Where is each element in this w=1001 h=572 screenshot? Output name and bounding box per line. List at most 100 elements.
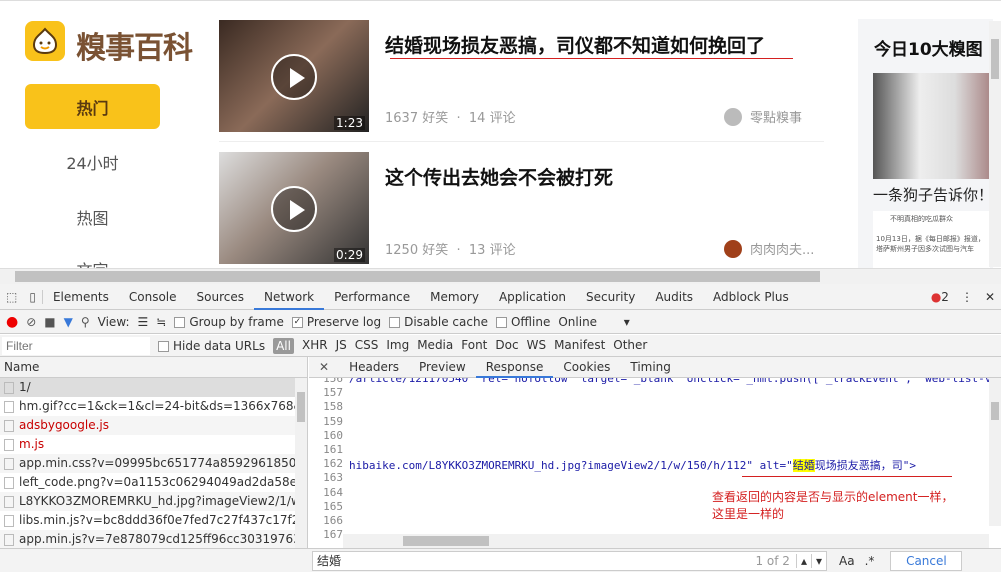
error-count[interactable]: ●2	[931, 290, 949, 304]
name-column-header[interactable]: Name	[0, 357, 307, 378]
tab-performance[interactable]: Performance	[324, 284, 420, 310]
article-title[interactable]: 结婚现场损友恶搞，司仪都不知道如何挽回了	[385, 31, 765, 58]
filter-type-js[interactable]: JS	[336, 338, 347, 354]
tab-security[interactable]: Security	[576, 284, 645, 310]
filter-type-other[interactable]: Other	[613, 338, 647, 354]
camera-icon[interactable]: ■	[44, 315, 55, 329]
nav-text[interactable]: 文字	[25, 257, 160, 268]
annotation-note: 查看返回的内容是否与显示的element一样， 这里是一样的	[712, 490, 954, 521]
search-bar: 结婚 1 of 2 ▴ ▾ Aa .* Cancel	[0, 548, 1001, 572]
detail-tab-response[interactable]: Response	[475, 357, 554, 378]
file-icon	[4, 400, 14, 413]
waterfall-view-icon[interactable]: ≒	[156, 315, 166, 329]
filter-type-css[interactable]: CSS	[355, 338, 379, 354]
disable-cache-checkbox[interactable]: Disable cache	[389, 315, 488, 329]
line-number: 156	[323, 378, 343, 385]
code-hscrollbar[interactable]	[343, 534, 989, 548]
device-toggle-icon[interactable]: ▯	[23, 289, 43, 304]
request-row[interactable]: m.js	[0, 435, 295, 454]
search-icon[interactable]: ⚲	[81, 315, 90, 329]
request-row[interactable]: adsbygoogle.js	[0, 416, 295, 435]
play-icon[interactable]	[271, 54, 317, 100]
filter-bar: Hide data URLs All XHR JS CSS Img Media Font Do…	[0, 335, 1001, 357]
tab-sources[interactable]: Sources	[187, 284, 254, 310]
request-row[interactable]: app.min.js?v=7e878079cd125ff96cc30319763…	[0, 530, 295, 549]
tab-console[interactable]: Console	[119, 284, 187, 310]
record-icon[interactable]: ●	[6, 314, 18, 330]
filter-input[interactable]	[2, 336, 150, 355]
tab-elements[interactable]: Elements	[43, 284, 119, 310]
filter-type-ws[interactable]: WS	[527, 338, 546, 354]
prev-match-icon[interactable]: ▴	[795, 553, 811, 568]
detail-tab-preview[interactable]: Preview	[409, 357, 476, 378]
filter-type-manifest[interactable]: Manifest	[554, 338, 605, 354]
page-horizontal-scrollbar[interactable]	[0, 268, 1001, 284]
throttle-select[interactable]: Online ▾	[558, 315, 629, 329]
avatar	[724, 107, 742, 126]
group-by-frame-checkbox[interactable]: Group by frame	[174, 315, 284, 329]
play-icon[interactable]	[271, 186, 317, 232]
video-thumbnail[interactable]: 0:29	[219, 152, 369, 264]
detail-tab-timing[interactable]: Timing	[620, 357, 681, 378]
close-detail-icon[interactable]: ✕	[309, 360, 339, 374]
article-title[interactable]: 这个传出去她会不会被打死	[385, 163, 613, 190]
regex-button[interactable]: .*	[865, 554, 875, 568]
hide-data-urls-checkbox[interactable]: Hide data URLs	[158, 339, 265, 353]
request-row[interactable]: app.min.css?v=09995bc651774a8592961850d0…	[0, 454, 295, 473]
filter-type-img[interactable]: Img	[386, 338, 409, 354]
tab-memory[interactable]: Memory	[420, 284, 489, 310]
preserve-log-checkbox[interactable]: ✓ Preserve log	[291, 315, 381, 329]
tab-network[interactable]: Network	[254, 284, 325, 310]
code-vscrollbar[interactable]	[989, 378, 1001, 526]
tab-adblock-plus[interactable]: Adblock Plus	[703, 284, 799, 310]
request-row[interactable]: libs.min.js?v=bc8ddd36f0e7fed7c27f437c17…	[0, 511, 295, 530]
logo-icon[interactable]	[25, 21, 65, 61]
line-number: 166	[323, 514, 343, 527]
request-name: app.min.css?v=09995bc651774a8592961850d0…	[19, 456, 295, 470]
sidebar-card[interactable]: 不明真相的吃瓜群众 10月13日，据《每日邮报》报道，塔萨斯州男子因多次试图与汽车	[873, 211, 990, 268]
page-vertical-scrollbar[interactable]	[989, 21, 1001, 267]
line-number: 167	[323, 528, 343, 542]
more-icon[interactable]: ⋮	[961, 290, 973, 304]
filter-type-doc[interactable]: Doc	[495, 338, 518, 354]
request-name: left_code.png?v=0a1153c06294049ad2da58ef…	[19, 475, 295, 489]
clear-icon[interactable]: ⊘	[26, 315, 36, 329]
web-page: 糗事百科 热门 24小时 热图 文字 1:23 结婚现场损友恶搞，司仪都不知道如…	[0, 0, 1001, 268]
tab-audits[interactable]: Audits	[645, 284, 703, 310]
detail-tab-headers[interactable]: Headers	[339, 357, 409, 378]
filter-type-font[interactable]: Font	[461, 338, 487, 354]
request-list-scrollbar[interactable]	[295, 378, 307, 548]
next-match-icon[interactable]: ▾	[810, 553, 826, 568]
inspect-icon[interactable]: ⬚	[0, 290, 23, 304]
request-row[interactable]: 1/	[0, 378, 295, 397]
author[interactable]: 零點糗事	[724, 107, 802, 126]
filter-type-all[interactable]: All	[273, 337, 294, 354]
nav-24h[interactable]: 24小时	[25, 150, 160, 174]
tab-application[interactable]: Application	[489, 284, 576, 310]
request-row[interactable]: hm.gif?cc=1&ck=1&cl=24-bit&ds=1366x768&v…	[0, 397, 295, 416]
request-row[interactable]: left_code.png?v=0a1153c06294049ad2da58ef…	[0, 473, 295, 492]
cancel-button[interactable]: Cancel	[890, 550, 963, 571]
nav-hot-images[interactable]: 热图	[25, 205, 160, 229]
sidebar-image[interactable]	[873, 73, 990, 179]
comments[interactable]: 14 评论	[469, 111, 516, 126]
request-row[interactable]: L8YKKO3ZMOREMRKU_hd.jpg?imageView2/1/w/1…	[0, 492, 295, 511]
likes: 1250 好笑	[385, 243, 449, 258]
filter-type-media[interactable]: Media	[417, 338, 453, 354]
author[interactable]: 肉肉肉夫...	[724, 239, 814, 258]
offline-checkbox[interactable]: Offline	[495, 315, 550, 329]
search-input[interactable]: 结婚	[317, 552, 755, 569]
filter-type-xhr[interactable]: XHR	[302, 338, 328, 354]
divider	[219, 141, 824, 142]
sidebar-caption[interactable]: 一条狗子告诉你！	[873, 184, 993, 205]
comments[interactable]: 13 评论	[469, 243, 516, 258]
video-thumbnail[interactable]: 1:23	[219, 20, 369, 132]
sidebar-title: 今日10大糗图	[874, 40, 983, 60]
match-case-button[interactable]: Aa	[839, 554, 855, 568]
nav-hot[interactable]: 热门	[25, 84, 160, 129]
close-icon[interactable]: ✕	[985, 290, 995, 304]
request-name: hm.gif?cc=1&ck=1&cl=24-bit&ds=1366x768&v…	[19, 399, 295, 413]
detail-tab-cookies[interactable]: Cookies	[553, 357, 620, 378]
filter-icon[interactable]: ▼	[64, 315, 73, 329]
list-view-icon[interactable]: ☰	[138, 315, 149, 329]
